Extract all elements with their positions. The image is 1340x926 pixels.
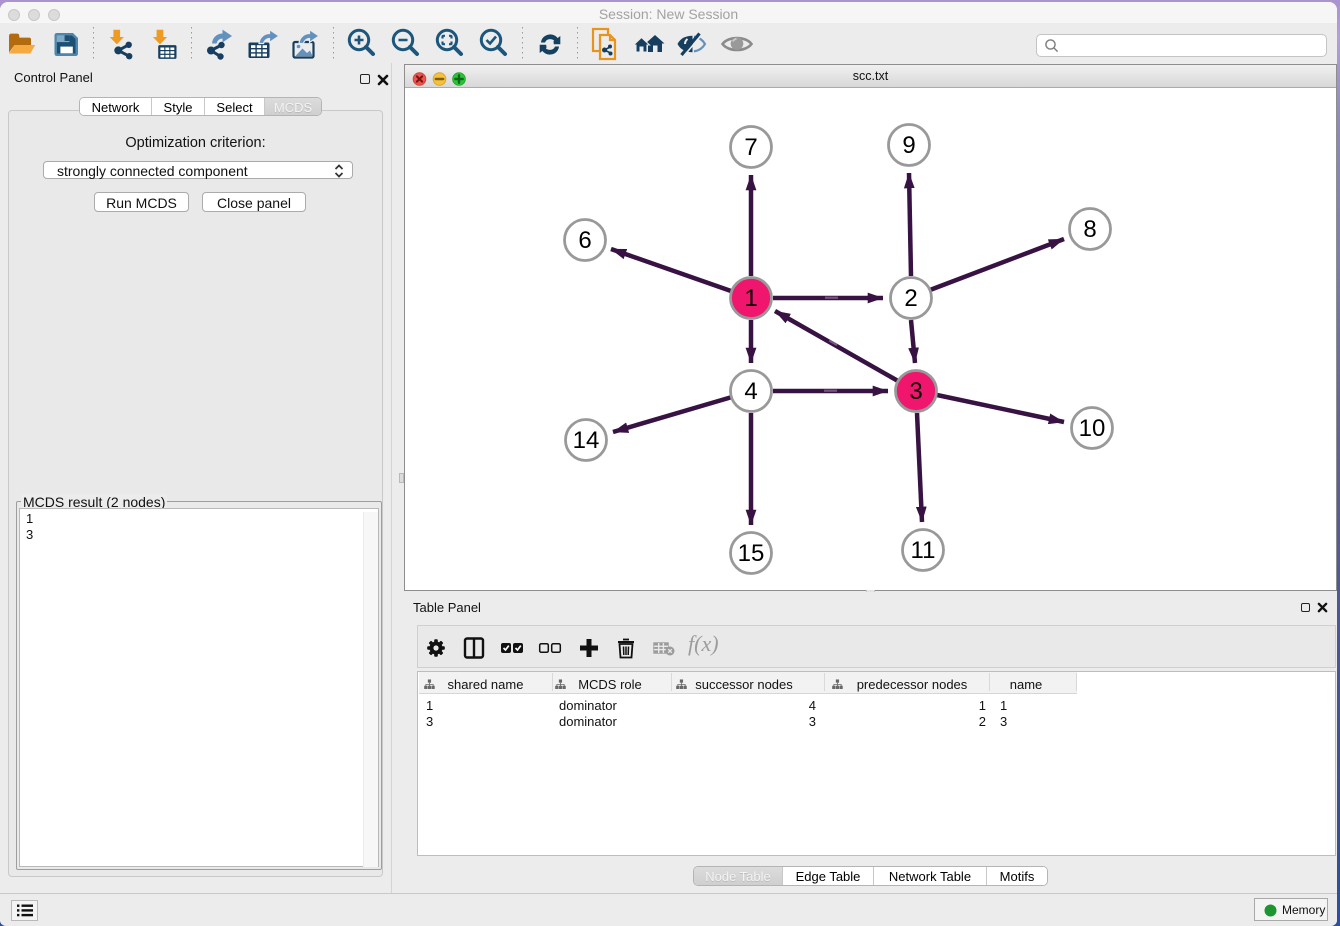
svg-text:7: 7 xyxy=(744,134,757,161)
svg-text:8: 8 xyxy=(1083,216,1096,243)
svg-text:14: 14 xyxy=(573,427,600,454)
svg-text:6: 6 xyxy=(578,227,591,254)
svg-text:10: 10 xyxy=(1079,415,1106,442)
svg-text:1: 1 xyxy=(744,285,757,312)
svg-text:3: 3 xyxy=(909,378,922,405)
svg-text:9: 9 xyxy=(902,132,915,159)
svg-text:15: 15 xyxy=(738,540,765,567)
svg-text:2: 2 xyxy=(904,285,917,312)
svg-text:11: 11 xyxy=(911,537,936,564)
svg-text:4: 4 xyxy=(744,378,757,405)
